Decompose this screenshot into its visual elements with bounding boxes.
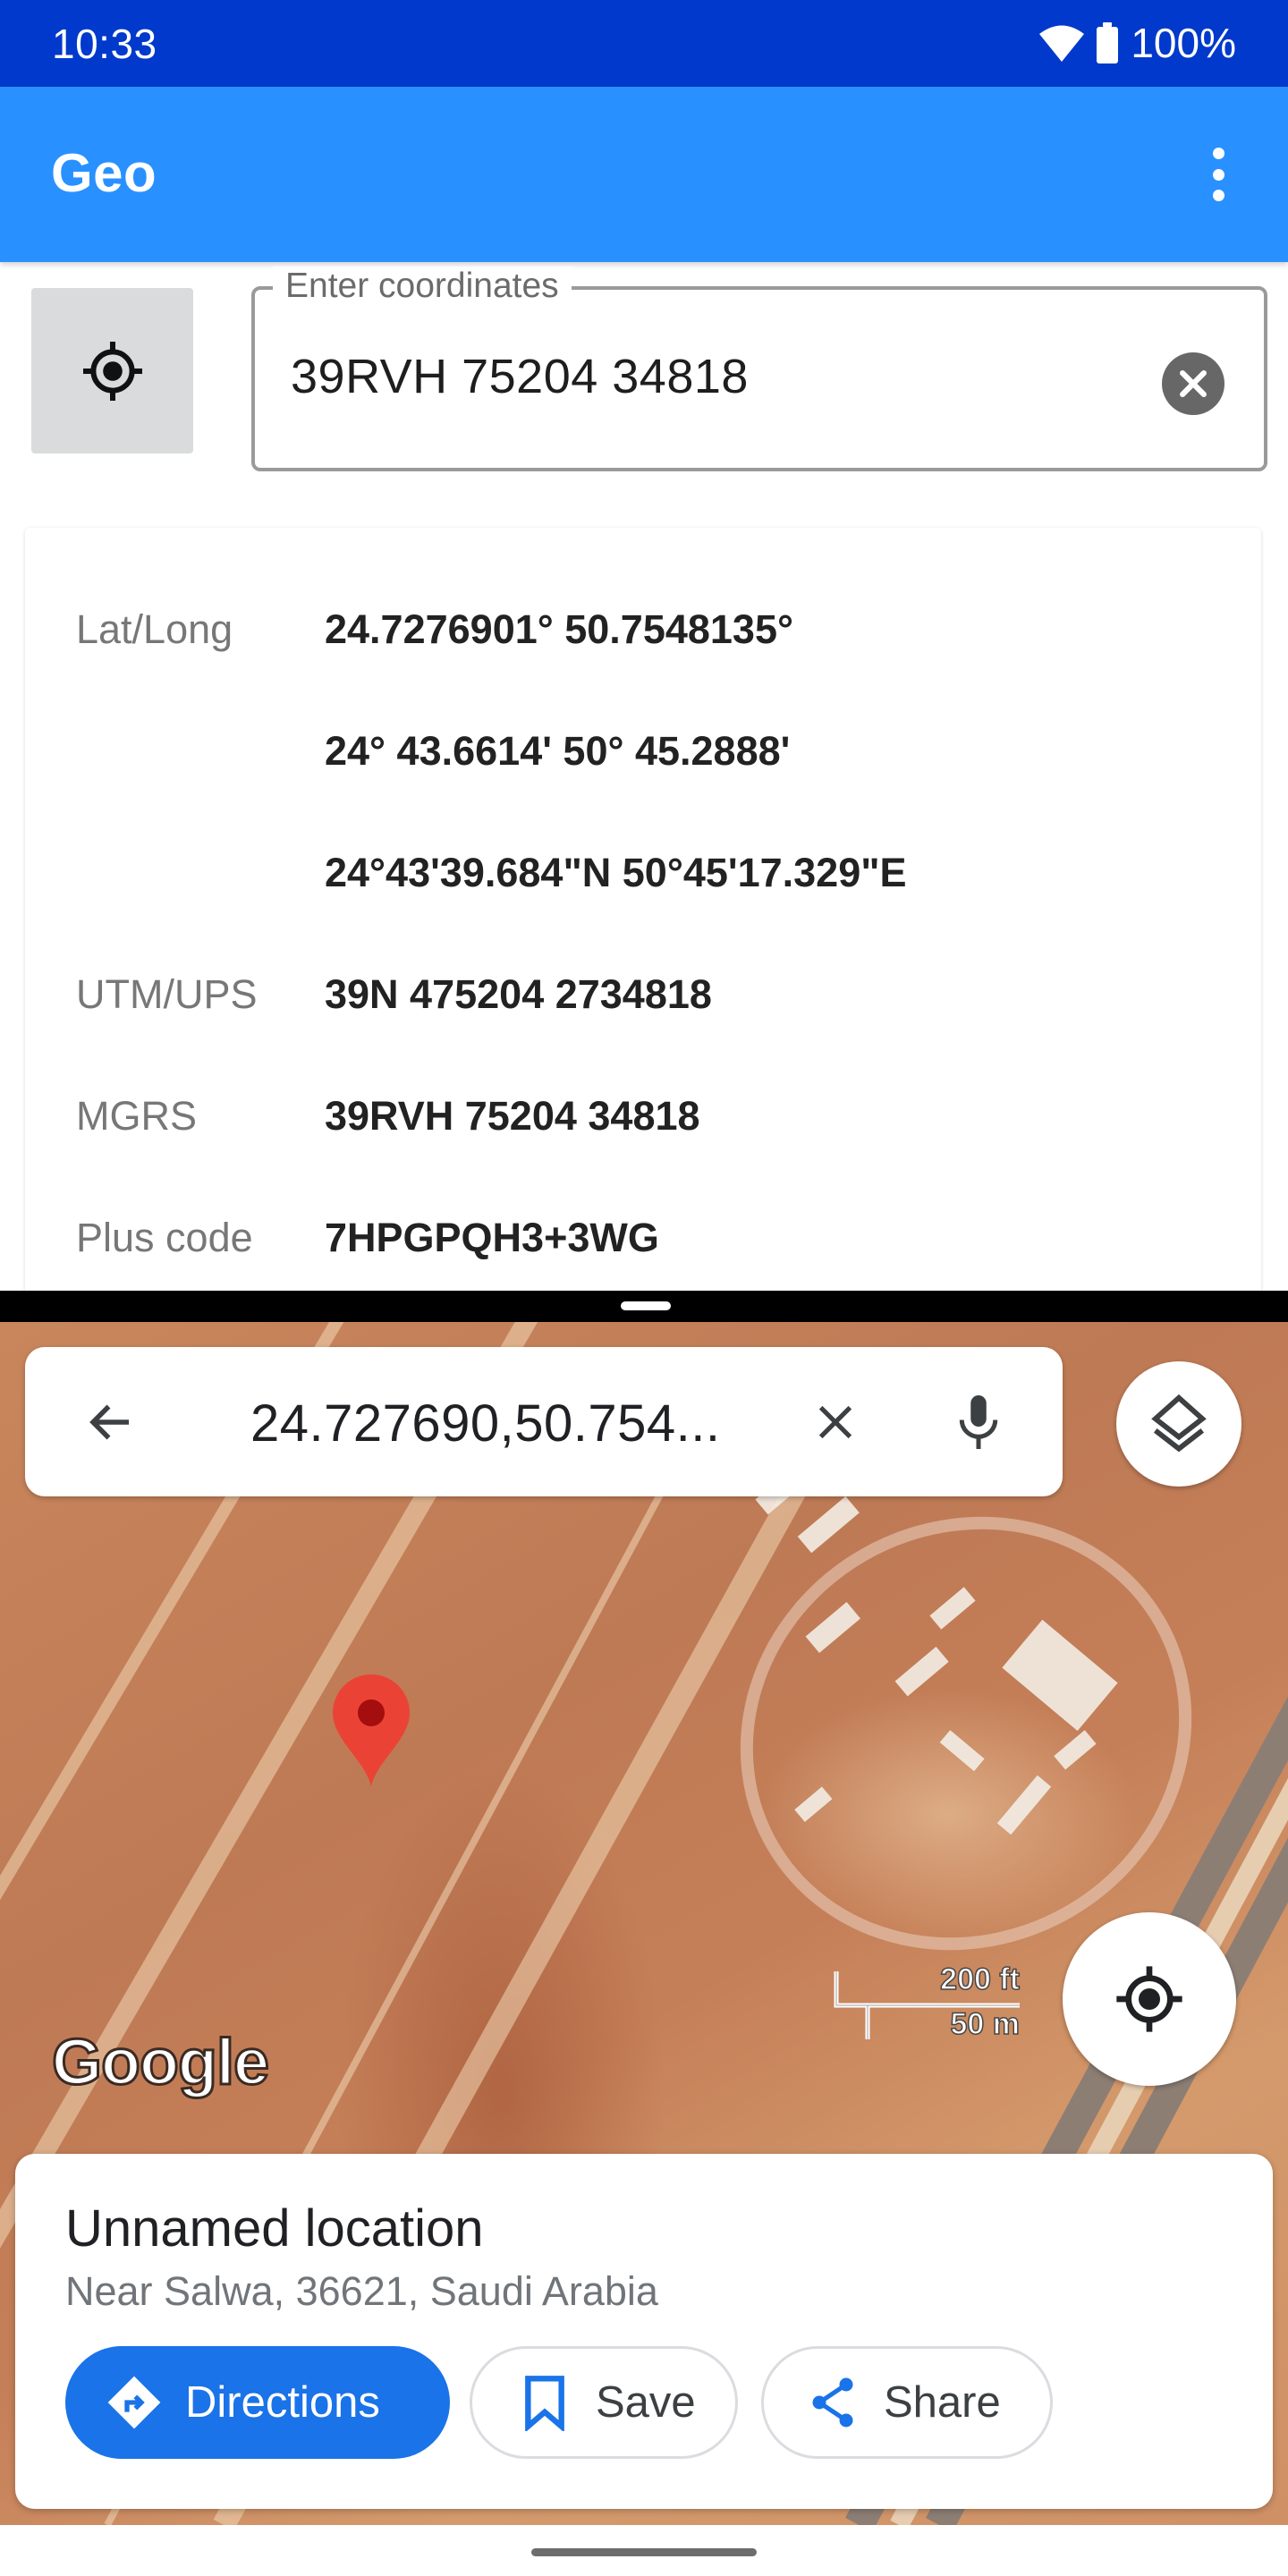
map-search-bar[interactable]: 24.727690,50.754... xyxy=(25,1347,1063,1496)
navigation-bar xyxy=(0,2525,1288,2576)
directions-button[interactable]: Directions xyxy=(65,2346,450,2459)
status-bar: 10:33 100% xyxy=(0,0,1288,87)
share-icon xyxy=(803,2373,862,2432)
place-card: Unnamed location Near Salwa, 36621, Saud… xyxy=(15,2154,1273,2509)
share-button[interactable]: Share xyxy=(761,2346,1053,2459)
coordinates-input-value[interactable]: 39RVH 75204 34818 xyxy=(291,349,749,404)
result-label: MGRS xyxy=(76,1093,197,1139)
directions-label: Directions xyxy=(185,2378,380,2427)
clear-input-button[interactable] xyxy=(1162,352,1224,415)
bookmark-icon xyxy=(515,2373,574,2432)
more-vert-icon[interactable] xyxy=(1199,139,1238,210)
scale-metric: 50 m xyxy=(950,2006,1021,2042)
map-search-text[interactable]: 24.727690,50.754... xyxy=(250,1394,721,1453)
place-title: Unnamed location xyxy=(65,2199,484,2258)
app-title: Geo xyxy=(51,143,157,203)
result-label: Lat/Long xyxy=(76,606,233,652)
arrow-back-icon xyxy=(89,1404,129,1440)
google-logo: Google xyxy=(51,2026,271,2100)
my-location-icon xyxy=(1116,1966,1182,2032)
coordinates-input-label: Enter coordinates xyxy=(273,267,572,306)
app-bar: Geo xyxy=(0,87,1288,262)
use-my-location-button[interactable] xyxy=(31,288,193,453)
layers-button[interactable] xyxy=(1116,1361,1241,1487)
clear-search-button[interactable] xyxy=(803,1390,868,1454)
map-pin-icon[interactable] xyxy=(331,1673,411,1789)
my-location-button[interactable] xyxy=(1063,1912,1236,2086)
result-value-latlong-dm: 24° 43.6614' 50° 45.2888' xyxy=(325,728,791,774)
my-location-icon xyxy=(82,341,142,401)
home-gesture-handle[interactable] xyxy=(531,2548,757,2556)
split-screen-divider[interactable] xyxy=(0,1291,1288,1322)
result-label: Plus code xyxy=(76,1215,253,1260)
map-view[interactable]: 24.727690,50.754... 200 ft 50 m Google U… xyxy=(0,1322,1288,2525)
save-button[interactable]: Save xyxy=(470,2346,738,2459)
result-value-latlong-decimal: 24.7276901° 50.7548135° xyxy=(325,606,793,652)
close-icon xyxy=(818,1405,852,1439)
map-scale: 200 ft 50 m xyxy=(832,1962,1021,2042)
result-label: UTM/UPS xyxy=(76,971,258,1017)
result-value-plus-code: 7HPGPQH3+3WG xyxy=(325,1215,659,1260)
status-icons: 100% xyxy=(1039,20,1236,66)
directions-icon xyxy=(105,2373,164,2432)
place-address: Near Salwa, 36621, Saudi Arabia xyxy=(65,2268,658,2314)
battery-percent: 100% xyxy=(1131,20,1236,66)
wifi-icon xyxy=(1039,25,1085,62)
save-label: Save xyxy=(596,2378,696,2427)
result-value-utm: 39N 475204 2734818 xyxy=(325,971,712,1017)
result-value-latlong-dms: 24°43'39.684"N 50°45'17.329"E xyxy=(325,850,907,895)
divider-handle[interactable] xyxy=(621,1301,671,1310)
back-button[interactable] xyxy=(79,1390,143,1454)
share-label: Share xyxy=(884,2378,1001,2427)
layers-icon xyxy=(1151,1394,1207,1453)
mic-icon xyxy=(959,1395,998,1449)
clear-circle-icon xyxy=(1180,370,1207,397)
results-card: Lat/Long 24.7276901° 50.7548135° 24° 43.… xyxy=(25,528,1261,1333)
result-value-mgrs: 39RVH 75204 34818 xyxy=(325,1093,700,1139)
battery-icon xyxy=(1097,22,1119,64)
voice-search-button[interactable] xyxy=(946,1390,1011,1454)
status-time: 10:33 xyxy=(52,21,157,67)
coordinates-input[interactable]: Enter coordinates 39RVH 75204 34818 xyxy=(251,267,1267,471)
